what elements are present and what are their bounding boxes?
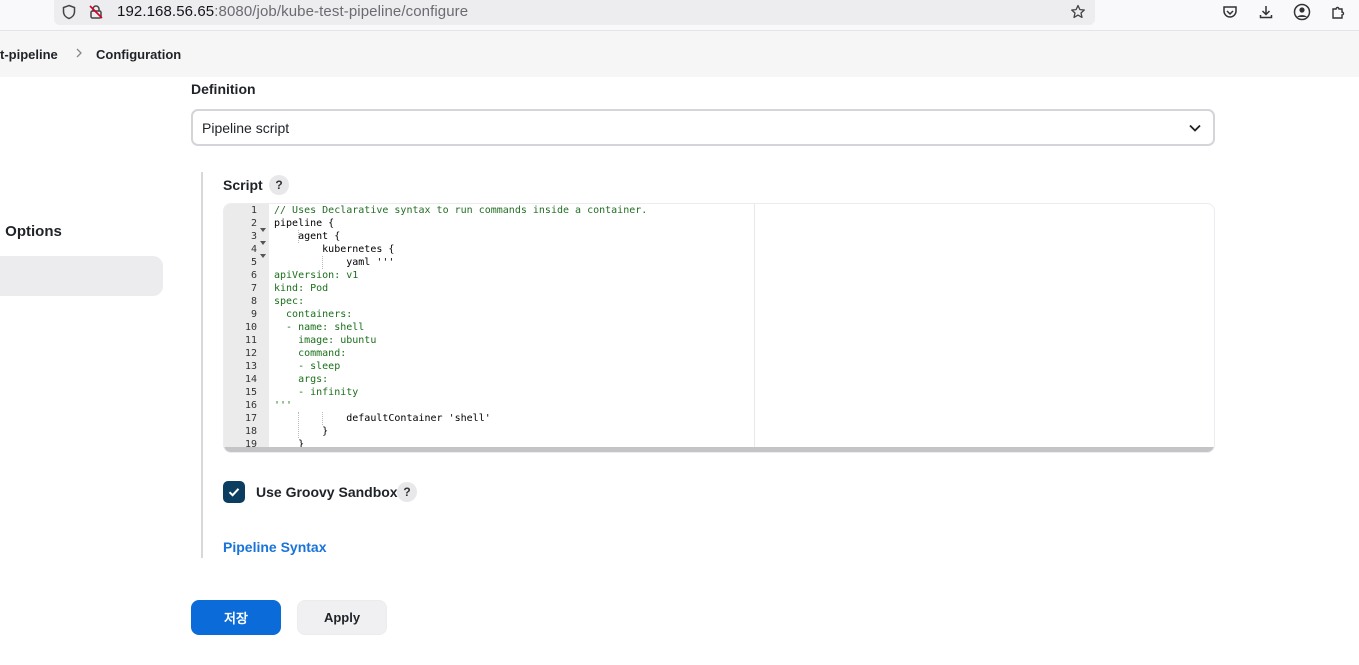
line-number: 6 — [250, 270, 257, 281]
groovy-sandbox-label[interactable]: Use Groovy Sandbox — [256, 484, 398, 500]
line-number: 8 — [250, 296, 257, 307]
line-number: 4 — [250, 244, 257, 255]
definition-label: Definition — [191, 81, 256, 97]
code-line: apiVersion: v1 — [274, 270, 359, 281]
code-line: spec: — [274, 296, 305, 307]
code-line: } — [274, 426, 329, 437]
code-line: pipeline { — [274, 218, 335, 229]
line-number: 5 — [250, 257, 257, 268]
code-line: kind: Pod — [274, 283, 329, 294]
code-line: - infinity — [274, 387, 359, 398]
url-path: :8080/job/kube-test-pipeline/configure — [214, 3, 469, 20]
script-label: Script — [223, 177, 263, 193]
line-number: 16 — [244, 400, 257, 411]
shield-icon[interactable] — [59, 2, 79, 22]
groovy-sandbox-checkbox[interactable] — [223, 481, 245, 503]
line-number: 9 — [250, 309, 257, 320]
chevron-right-icon — [73, 45, 85, 61]
fold-arrow-icon[interactable] — [260, 246, 266, 258]
browser-toolbar: 192.168.56.65:8080/job/kube-test-pipelin… — [0, 0, 1359, 31]
definition-select[interactable]: Pipeline script — [191, 109, 1215, 146]
script-editor[interactable]: 1 2 3 4 5 6 7 8 9 10 11 12 13 14 15 16 1… — [223, 203, 1215, 453]
line-number: 18 — [244, 426, 257, 437]
code-line: kubernetes { — [274, 244, 395, 255]
line-number: 11 — [244, 335, 257, 346]
line-number: 17 — [244, 413, 257, 424]
code-line: image: ubuntu — [274, 335, 377, 346]
code-line: defaultContainer 'shell' — [274, 413, 491, 424]
editor-gutter: 1 2 3 4 5 6 7 8 9 10 11 12 13 14 15 16 1… — [224, 204, 269, 450]
code-line: yaml ''' — [274, 257, 395, 268]
line-number: 10 — [244, 322, 257, 333]
code-line: - sleep — [274, 361, 341, 372]
breadcrumb-job[interactable]: t-pipeline — [0, 47, 58, 62]
address-bar[interactable]: 192.168.56.65:8080/job/kube-test-pipelin… — [54, 0, 1095, 25]
chevron-down-icon — [1187, 120, 1203, 136]
save-button[interactable]: 저장 — [191, 600, 281, 635]
line-number: 3 — [250, 231, 257, 242]
code-line: agent { — [274, 231, 341, 242]
bookmark-star-icon[interactable] — [1068, 2, 1088, 22]
account-icon[interactable] — [1291, 1, 1313, 23]
apply-button[interactable]: Apply — [297, 600, 387, 635]
line-number: 2 — [250, 218, 257, 229]
checkmark-icon — [228, 488, 240, 497]
sandbox-help-icon[interactable]: ? — [397, 482, 417, 502]
print-margin — [754, 204, 755, 447]
insecure-lock-icon[interactable] — [86, 2, 106, 22]
line-number: 1 — [250, 205, 257, 216]
fold-arrow-icon[interactable] — [260, 233, 266, 245]
code-line: containers: — [274, 309, 353, 320]
definition-selected-value: Pipeline script — [202, 120, 290, 136]
download-icon[interactable] — [1255, 1, 1277, 23]
code-line: - name: shell — [274, 322, 365, 333]
sidebar-section-options[interactable]: : Options — [0, 223, 62, 240]
url-host: 192.168.56.65 — [117, 3, 215, 20]
breadcrumb-configuration[interactable]: Configuration — [96, 47, 181, 62]
pipeline-syntax-link[interactable]: Pipeline Syntax — [223, 539, 326, 555]
line-number: 12 — [244, 348, 257, 359]
pocket-icon[interactable] — [1219, 1, 1241, 23]
code-line: args: — [274, 374, 329, 385]
editor-horizontal-scrollbar[interactable] — [224, 447, 1214, 452]
url-text[interactable]: 192.168.56.65:8080/job/kube-test-pipelin… — [117, 3, 468, 21]
line-number: 15 — [244, 387, 257, 398]
code-line: ''' — [274, 400, 293, 411]
line-number: 13 — [244, 361, 257, 372]
script-help-icon[interactable]: ? — [269, 175, 289, 195]
extensions-icon[interactable] — [1327, 1, 1349, 23]
section-divider — [201, 172, 203, 558]
line-number: 7 — [250, 283, 257, 294]
sidebar-item-active[interactable] — [0, 256, 163, 296]
breadcrumb: t-pipeline Configuration — [0, 31, 1359, 77]
fold-arrow-icon[interactable] — [260, 220, 266, 232]
code-line: // Uses Declarative syntax to run comman… — [274, 205, 648, 216]
code-line: command: — [274, 348, 347, 359]
line-number: 14 — [244, 374, 257, 385]
